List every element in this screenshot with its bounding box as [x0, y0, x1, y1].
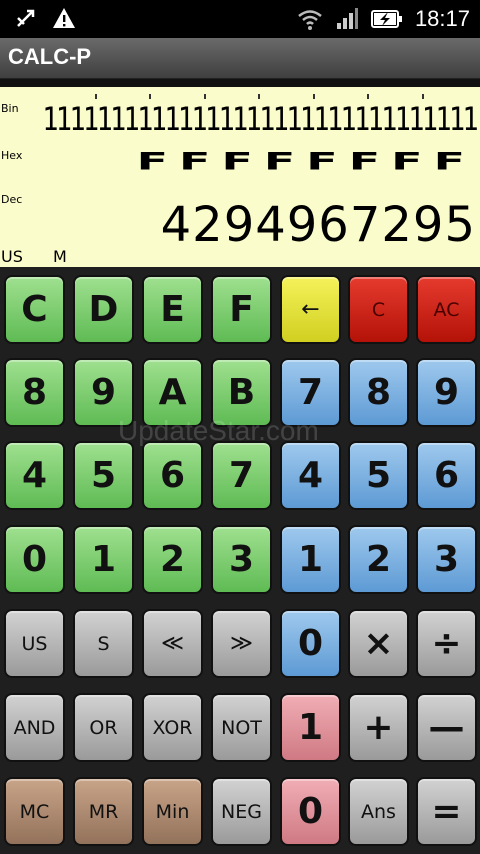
- hex-8-button[interactable]: 8: [4, 358, 65, 427]
- bit-tick: [367, 94, 369, 99]
- app-title: CALC-P: [8, 44, 92, 69]
- or-button[interactable]: OR: [73, 693, 134, 762]
- signal-icon: [336, 8, 358, 29]
- memory-clear-button[interactable]: MC: [4, 777, 65, 846]
- plus-button[interactable]: +: [348, 693, 409, 762]
- dec-8-button[interactable]: 8: [348, 358, 409, 427]
- dec-0-button[interactable]: 0: [280, 609, 341, 678]
- battery-charging-icon: [370, 10, 402, 28]
- hex-label: Hex: [1, 149, 23, 162]
- bin-value: 11111111111111111111111111111111: [42, 101, 478, 139]
- hex-2-button[interactable]: 2: [142, 525, 203, 594]
- hex-a-button[interactable]: A: [142, 358, 203, 427]
- app-title-bar: CALC-P: [0, 38, 480, 79]
- memory-recall-button[interactable]: MR: [73, 777, 134, 846]
- dec-7-button[interactable]: 7: [280, 358, 341, 427]
- bit-tick: [258, 94, 260, 99]
- dec-5-button[interactable]: 5: [348, 441, 409, 510]
- bit-tick: [149, 94, 151, 99]
- bit-tick: [421, 94, 424, 99]
- usb-debug-icon: [17, 9, 35, 27]
- equals-button[interactable]: =: [416, 777, 477, 846]
- dec-3-button[interactable]: 3: [416, 525, 477, 594]
- keypad: C D E F ← C AC 8 9 A B 7 8 9 4 5 6 7 4 5 6 0 1 2 3 1 2 3 US S ≪ ≫ 0 × ÷ AND…: [0, 267, 480, 854]
- minus-button[interactable]: —: [416, 693, 477, 762]
- hex-3-button[interactable]: 3: [211, 525, 272, 594]
- not-button[interactable]: NOT: [211, 693, 272, 762]
- divide-button[interactable]: ÷: [416, 609, 477, 678]
- hex-6-button[interactable]: 6: [142, 441, 203, 510]
- dec-value: 4294967295: [160, 197, 476, 253]
- bit-tick: [94, 94, 97, 99]
- hex-d-button[interactable]: D: [73, 275, 134, 344]
- warning-icon: [53, 8, 75, 28]
- and-button[interactable]: AND: [4, 693, 65, 762]
- all-clear-button[interactable]: AC: [416, 275, 477, 344]
- dec-label: Dec: [1, 193, 23, 206]
- bit-tick: [203, 94, 206, 99]
- hex-f-button[interactable]: F: [211, 275, 272, 344]
- shift-left-button[interactable]: ≪: [142, 609, 203, 678]
- unsigned-button[interactable]: US: [4, 609, 65, 678]
- backspace-button[interactable]: ←: [280, 275, 341, 344]
- dec-2-button[interactable]: 2: [348, 525, 409, 594]
- dec-4-button[interactable]: 4: [280, 441, 341, 510]
- divider: [0, 79, 480, 87]
- hex-0-button[interactable]: 0: [4, 525, 65, 594]
- hex-5-button[interactable]: 5: [73, 441, 134, 510]
- xor-button[interactable]: XOR: [142, 693, 203, 762]
- signed-button[interactable]: S: [73, 609, 134, 678]
- dec-9-button[interactable]: 9: [416, 358, 477, 427]
- dec-6-button[interactable]: 6: [416, 441, 477, 510]
- memory-in-button[interactable]: Min: [142, 777, 203, 846]
- hex-9-button[interactable]: 9: [73, 358, 134, 427]
- status-time: 18:17: [414, 6, 470, 31]
- clear-button[interactable]: C: [348, 275, 409, 344]
- answer-button[interactable]: Ans: [348, 777, 409, 846]
- shift-right-button[interactable]: ≫: [211, 609, 272, 678]
- calculator-display: Bin 11111111111111111111111111111111 Hex…: [0, 87, 480, 267]
- bit-tick: [312, 94, 315, 99]
- sign-mode-indicator: US: [1, 247, 23, 266]
- bin-1-button[interactable]: 1: [280, 693, 341, 762]
- hex-c-button[interactable]: C: [4, 275, 65, 344]
- bit-group-ticks: [40, 94, 476, 100]
- hex-value: FFFFFFFF: [136, 147, 476, 176]
- hex-1-button[interactable]: 1: [73, 525, 134, 594]
- hex-4-button[interactable]: 4: [4, 441, 65, 510]
- bin-0-button[interactable]: 0: [280, 777, 341, 846]
- hex-b-button[interactable]: B: [211, 358, 272, 427]
- hex-7-button[interactable]: 7: [211, 441, 272, 510]
- bin-label: Bin: [1, 102, 19, 115]
- multiply-button[interactable]: ×: [348, 609, 409, 678]
- negate-button[interactable]: NEG: [211, 777, 272, 846]
- hex-e-button[interactable]: E: [142, 275, 203, 344]
- memory-indicator: M: [53, 247, 67, 266]
- dec-1-button[interactable]: 1: [280, 525, 341, 594]
- status-bar: 18:17: [0, 0, 480, 38]
- wifi-icon: [298, 10, 322, 30]
